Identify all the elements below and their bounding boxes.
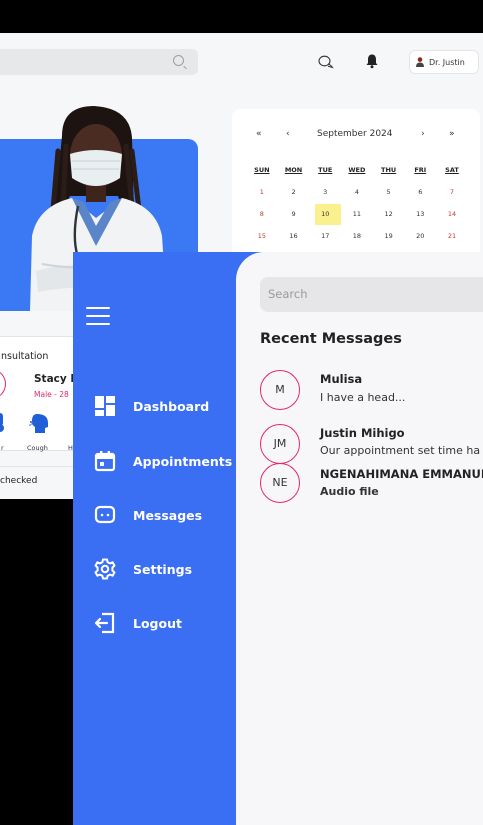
consultation-title: nsultation [1, 351, 49, 362]
patient-avatar: M [0, 370, 6, 398]
sidebar-item-label: Messages [133, 507, 203, 523]
messages-search-input[interactable]: Search [260, 277, 483, 312]
calendar-day[interactable]: 13 [404, 208, 436, 230]
sidebar-item-dashboard[interactable]: Dashboard [94, 395, 209, 417]
notification-bell-icon[interactable] [365, 53, 379, 69]
weekday-label: THU [381, 166, 397, 174]
message-sender-name[interactable]: NGENAHIMANA EMMANUEL [320, 467, 483, 481]
logout-icon [94, 612, 115, 634]
card-divider [0, 466, 75, 467]
sidebar-item-label: Settings [133, 561, 193, 577]
weekday-label: SUN [254, 166, 270, 174]
calendar-day[interactable]: 20 [404, 230, 436, 252]
gear-icon [94, 558, 116, 580]
calendar-day[interactable]: 4 [341, 186, 373, 208]
message-sender-name[interactable]: Justin Mihigo [320, 426, 405, 440]
calendar-day[interactable]: 18 [341, 230, 373, 252]
message-avatar[interactable]: M [260, 370, 300, 410]
sidebar-item-appointments[interactable]: Appointments [94, 450, 232, 472]
status-text: checked [0, 476, 38, 486]
weekday-label: SAT [445, 166, 459, 174]
hamburger-menu-icon[interactable] [86, 307, 110, 325]
chat-icon[interactable] [318, 55, 334, 69]
calendar-day[interactable]: 11 [341, 208, 373, 230]
message-sender-name[interactable]: Mulisa [320, 372, 362, 386]
search-icon [173, 55, 184, 66]
calendar-weekday-row: SUN MON TUE WED THU FRI SAT [246, 164, 468, 186]
calendar-widget: « ‹ September 2024 › » SUN MON TUE WED T… [232, 109, 480, 259]
sidebar-item-settings[interactable]: Settings [94, 558, 192, 580]
calendar-day[interactable]: 6 [404, 186, 436, 208]
calendar-day[interactable]: 19 [373, 230, 405, 252]
message-avatar[interactable]: NE [260, 463, 300, 503]
message-avatar[interactable]: JM [260, 424, 300, 464]
message-icon [94, 505, 116, 524]
sidebar-item-label: Appointments [133, 453, 233, 469]
message-preview[interactable]: I have a head... [320, 391, 405, 404]
calendar-day-today[interactable]: 10 [309, 204, 342, 230]
patient-meta: Male - 28 [34, 390, 69, 399]
user-name: Dr. Justin [429, 57, 465, 67]
message-preview[interactable]: Audio file [320, 485, 379, 498]
sidebar-item-messages[interactable]: Messages [94, 504, 202, 526]
calendar-prev-month-button[interactable]: ‹ [286, 129, 290, 139]
calendar-day[interactable]: 9 [278, 208, 310, 230]
cough-icon [29, 414, 48, 433]
weekday-label: TUE [318, 166, 333, 174]
weekday-label: FRI [414, 166, 427, 174]
calendar-week-row: 15 16 17 18 19 20 21 [246, 230, 468, 252]
calendar-day[interactable]: 17 [309, 230, 341, 252]
calendar-day[interactable]: 12 [373, 208, 405, 230]
weekday-label: WED [348, 166, 366, 174]
calendar-week-row: 1 2 3 4 5 6 7 [246, 186, 468, 208]
calendar-grid: SUN MON TUE WED THU FRI SAT 1 2 3 4 5 6 … [246, 164, 468, 252]
user-menu-button[interactable]: Dr. Justin [409, 50, 479, 74]
recent-messages-title: Recent Messages [260, 331, 402, 347]
calendar-day[interactable]: 8 [246, 208, 278, 230]
calendar-prev-year-button[interactable]: « [256, 129, 262, 139]
symptom-fever-icon [0, 413, 4, 432]
calendar-day[interactable]: 5 [373, 186, 405, 208]
calendar-icon [94, 451, 116, 472]
sidebar-item-label: Dashboard [133, 398, 210, 414]
symptom-label: Cough [27, 444, 48, 452]
calendar-day[interactable]: 7 [436, 186, 468, 208]
message-preview[interactable]: Our appointment set time ha [320, 444, 480, 457]
messages-app-window: Dashboard Appointments Messages Settings… [73, 252, 483, 825]
symptom-label: r [1, 444, 4, 452]
sidebar-item-logout[interactable]: Logout [94, 612, 182, 634]
user-icon [416, 57, 424, 67]
calendar-month-label: September 2024 [317, 129, 393, 139]
messages-panel: Search Recent Messages M Mulisa I have a… [236, 252, 483, 825]
calendar-week-row: 8 9 10 11 12 13 14 [246, 204, 468, 230]
weekday-label: MON [284, 166, 303, 174]
calendar-day[interactable]: 14 [436, 208, 468, 230]
dashboard-icon [95, 396, 115, 416]
calendar-day[interactable]: 1 [246, 186, 278, 208]
screen: Dr. Justin « ‹ September 2024 › » SUN MO… [0, 0, 483, 825]
calendar-day[interactable]: 21 [436, 230, 468, 252]
consultation-card: nsultation M Stacy M Male - 28 r Cough H [0, 336, 82, 452]
calendar-next-month-button[interactable]: › [421, 129, 425, 139]
calendar-day[interactable]: 2 [278, 186, 310, 208]
sidebar-item-label: Logout [133, 615, 182, 631]
calendar-day[interactable]: 15 [246, 230, 278, 252]
dashboard-search-input[interactable] [0, 49, 198, 75]
calendar-next-year-button[interactable]: » [449, 129, 455, 139]
calendar-day[interactable]: 16 [278, 230, 310, 252]
